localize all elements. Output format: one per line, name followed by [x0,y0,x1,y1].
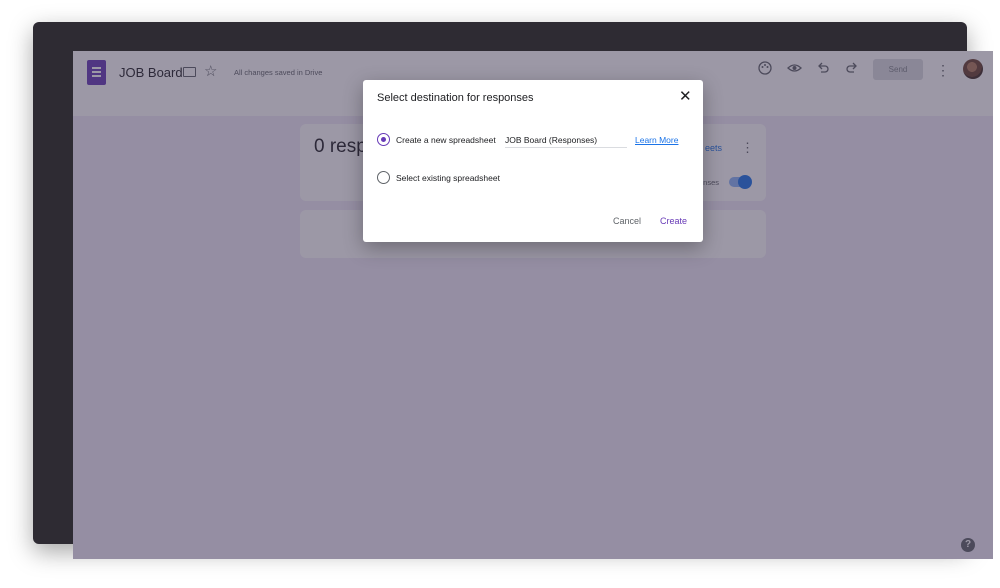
option-select-existing-label[interactable]: Select existing spreadsheet [396,173,500,183]
option-create-new-label[interactable]: Create a new spreadsheet [396,135,496,145]
cancel-button[interactable]: Cancel [613,216,641,226]
radio-select-existing[interactable] [377,171,390,184]
radio-create-new[interactable] [377,133,390,146]
learn-more-link[interactable]: Learn More [635,135,678,145]
select-destination-dialog: Select destination for responses ✕ Creat… [363,80,703,242]
device-frame: JOB Board ☆ All changes saved in Drive S… [33,22,993,559]
create-button[interactable]: Create [660,216,687,226]
close-icon[interactable]: ✕ [679,89,692,104]
dialog-title: Select destination for responses [377,92,534,104]
forms-app-window: JOB Board ☆ All changes saved in Drive S… [73,51,993,559]
spreadsheet-name-input[interactable] [505,132,627,148]
